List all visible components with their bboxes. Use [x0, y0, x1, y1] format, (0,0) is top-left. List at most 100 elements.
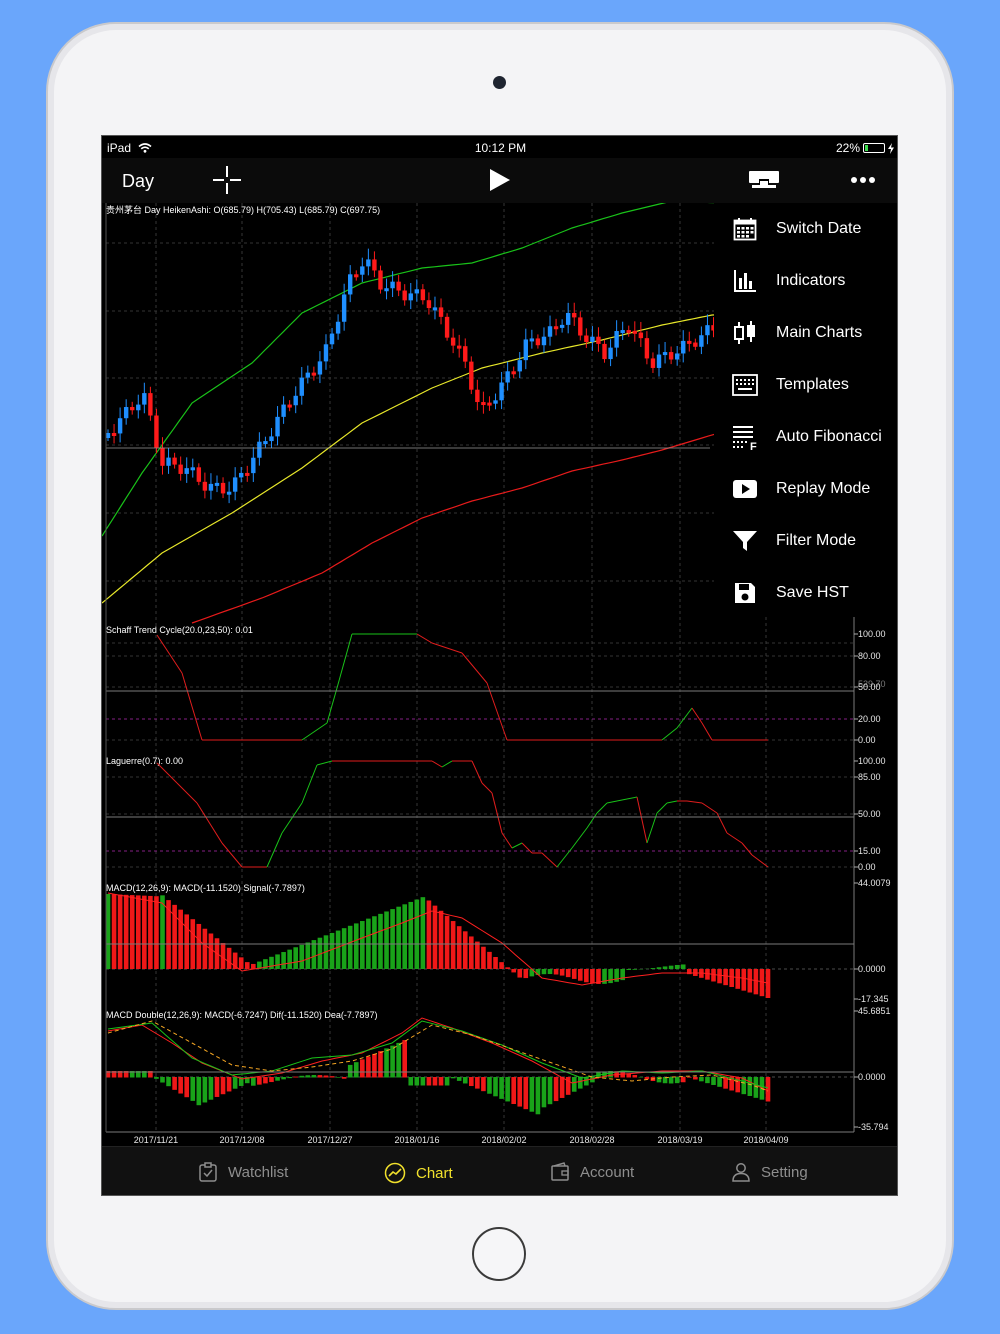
menu-auto-fibonacci-label: Auto Fibonacci: [776, 428, 882, 445]
menu-switch-date[interactable]: Switch Date: [714, 203, 897, 255]
period-selector[interactable]: Day: [122, 171, 154, 192]
candle-body: [572, 312, 577, 318]
menu-replay-mode-label: Replay Mode: [776, 480, 871, 497]
laguerre-title: Laguerre(0.7): 0.00: [106, 756, 183, 766]
macd-bar: [741, 969, 747, 991]
layout-windows-icon[interactable]: [748, 168, 780, 190]
macd-double-bar: [686, 1077, 692, 1078]
macd-double-bar: [414, 1077, 420, 1086]
macd-bar: [154, 896, 159, 969]
candle-body: [584, 335, 589, 343]
indicator-level-label: 80.00: [858, 651, 881, 661]
macd-bar: [123, 894, 129, 969]
indicator-level-label: 85.00: [858, 772, 881, 782]
play-icon[interactable]: [488, 168, 512, 192]
macd-bar: [505, 967, 510, 969]
candle-body: [232, 477, 238, 492]
candle-body: [184, 468, 189, 474]
macd-double-bar: [571, 1077, 577, 1092]
macd-double-bar: [220, 1077, 226, 1095]
macd-double-bar: [705, 1077, 710, 1084]
macd-double-bar: [475, 1077, 480, 1089]
crosshair-icon[interactable]: [212, 165, 242, 195]
date-label: 2017/12/08: [219, 1135, 264, 1145]
tab-watchlist[interactable]: Watchlist: [198, 1162, 288, 1182]
macd-double-bar: [347, 1064, 353, 1078]
macd-bar: [693, 969, 698, 976]
macd-bar: [293, 947, 299, 969]
macd-bar: [160, 895, 165, 969]
indicator-level-label: 45.6851: [858, 1006, 891, 1016]
candle-body: [172, 457, 177, 465]
macd-double-bar: [438, 1077, 444, 1086]
macd-double-bar: [154, 1077, 159, 1079]
macd-double-bar: [553, 1077, 559, 1102]
macd-double-bar: [674, 1077, 680, 1084]
macd-double-bar: [680, 1077, 686, 1083]
candle-body: [517, 360, 522, 372]
menu-replay-mode[interactable]: Replay Mode: [714, 463, 897, 515]
macd-bar: [396, 906, 401, 969]
candle-body: [450, 337, 456, 346]
menu-main-charts-label: Main Charts: [776, 324, 863, 341]
macd-double-bar: [299, 1075, 305, 1078]
candle-body: [674, 353, 680, 360]
macd-bar: [753, 969, 759, 995]
macd-double-bar: [160, 1077, 165, 1083]
macd-bar: [184, 914, 190, 969]
macd-bar: [414, 899, 420, 969]
tab-chart-label: Chart: [416, 1164, 453, 1182]
macd-bar: [408, 901, 414, 969]
menu-templates[interactable]: Templates: [714, 359, 897, 411]
macd-bar: [384, 911, 389, 969]
macd-double-bar: [232, 1077, 238, 1089]
menu-main-charts[interactable]: Main Charts: [714, 307, 897, 359]
macd-double-bar: [523, 1077, 529, 1110]
macd-bar: [765, 969, 771, 998]
candle-body: [390, 281, 395, 289]
macd-double-bar: [481, 1077, 486, 1092]
macd-bar: [281, 952, 286, 969]
date-label: 2017/12/27: [307, 1135, 352, 1145]
candle-body: [275, 416, 280, 437]
macd-bar: [275, 954, 280, 969]
macd-bar: [723, 969, 728, 986]
macd-bar: [608, 969, 613, 984]
candle-body: [293, 395, 298, 406]
macd-double-bar: [341, 1077, 347, 1079]
macd-bar: [142, 895, 147, 969]
bar-chart-icon: [734, 270, 756, 292]
home-button[interactable]: [472, 1227, 526, 1281]
candle-body: [305, 372, 311, 378]
indicator-level-label: -17.345: [858, 994, 889, 1004]
more-options-icon[interactable]: [850, 176, 876, 184]
macd-bar: [626, 969, 632, 970]
macd-bar: [499, 962, 504, 969]
macd-bar: [668, 965, 674, 969]
menu-auto-fibonacci[interactable]: F Auto Fibonacci: [714, 411, 897, 463]
macd-double-bar: [378, 1051, 383, 1078]
macd-bar: [335, 930, 341, 969]
candle-body: [287, 404, 292, 408]
macd-bar: [577, 969, 583, 981]
macd-double-bar: [408, 1077, 414, 1086]
tab-account[interactable]: Account: [550, 1162, 634, 1182]
candle-body: [644, 338, 650, 359]
tab-setting[interactable]: Setting: [731, 1162, 808, 1182]
macd-double-bar: [529, 1077, 535, 1112]
menu-save-hst[interactable]: Save HST: [714, 567, 897, 619]
macd-double-bar: [190, 1077, 196, 1101]
candle-body: [535, 338, 541, 346]
candle-body: [378, 270, 383, 290]
macd-double-bar: [384, 1048, 389, 1078]
macd-bar: [353, 923, 359, 969]
candle-body: [699, 335, 704, 347]
macd-double-bar: [644, 1077, 650, 1080]
candle-body: [335, 321, 341, 334]
tab-chart[interactable]: Chart: [384, 1162, 453, 1184]
macd-bar: [378, 913, 383, 969]
candle-body: [366, 259, 371, 267]
macd-bar: [226, 947, 232, 969]
menu-filter-mode[interactable]: Filter Mode: [714, 515, 897, 567]
menu-indicators[interactable]: Indicators: [714, 255, 897, 307]
